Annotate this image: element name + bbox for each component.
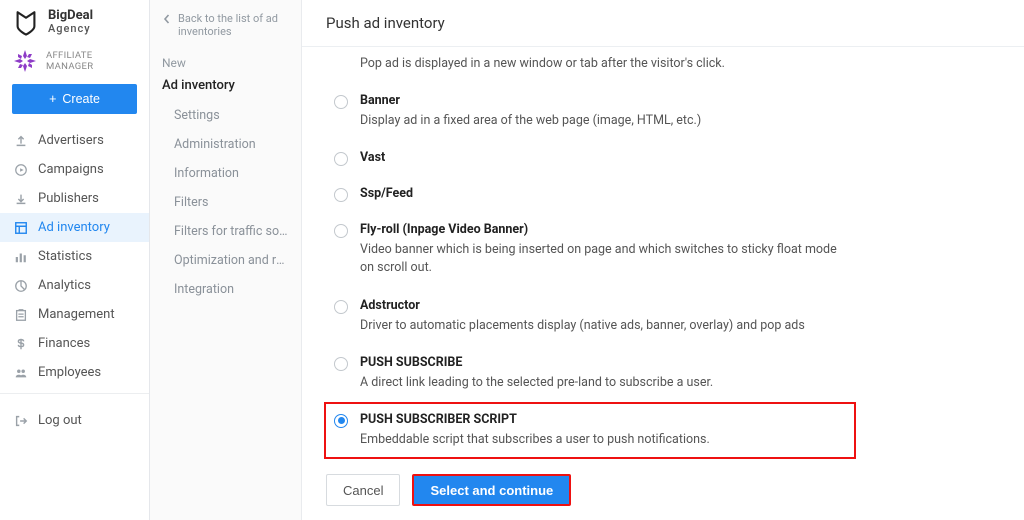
option-ssp-title: Ssp/Feed [360,186,992,201]
option-push-subscribe-title: PUSH SUBSCRIBE [360,355,992,370]
radio-icon[interactable] [334,188,348,202]
option-vast[interactable]: Vast [330,140,996,176]
nav-footer: Log out [0,406,149,435]
option-adstructor[interactable]: Adstructor Driver to automatic placement… [330,288,996,345]
clipboard-icon [14,308,28,322]
nav-analytics[interactable]: Analytics [0,271,149,300]
dollar-icon [14,337,28,351]
option-adstructor-title: Adstructor [360,298,992,313]
radio-icon[interactable] [334,414,348,428]
subnav-settings[interactable]: Settings [150,101,301,130]
role-row: AFFILIATE MANAGER [0,44,149,84]
radio-icon[interactable] [334,224,348,238]
panel2-new-label: New [150,52,301,74]
bar-chart-icon [14,250,28,264]
plus-icon: + [49,92,56,106]
create-button[interactable]: + Create [12,84,137,114]
option-adstructor-desc: Driver to automatic placements display (… [360,317,840,335]
subnav-filters-traffic[interactable]: Filters for traffic sour... [150,217,301,246]
nav-management[interactable]: Management [0,300,149,329]
subnav-administration[interactable]: Administration [150,130,301,159]
form-footer: Cancel Select and continue [302,460,1024,520]
page-title: Push ad inventory [302,0,1024,47]
option-flyroll[interactable]: Fly-roll (Inpage Video Banner) Video ban… [330,212,996,287]
subnav-integration[interactable]: Integration [150,275,301,304]
option-flyroll-title: Fly-roll (Inpage Video Banner) [360,222,992,237]
back-link-label: Back to the list of ad inventories [178,12,289,38]
chevron-left-icon [162,14,172,24]
create-button-label: Create [62,92,100,106]
primary-nav: Advertisers Campaigns Publishers Ad inve… [0,126,149,387]
option-push-subscribe-desc: A direct link leading to the selected pr… [360,374,840,392]
option-vast-title: Vast [360,150,992,165]
option-banner-desc: Display ad in a fixed area of the web pa… [360,112,840,130]
option-push-script-title: PUSH SUBSCRIBER SCRIPT [360,412,846,427]
nav-publishers[interactable]: Publishers [0,184,149,213]
role-label: AFFILIATE MANAGER [46,50,137,72]
option-flyroll-desc: Video banner which is being inserted on … [360,241,840,277]
logo-icon [12,8,40,36]
option-push-script-desc: Embeddable script that subscribes a user… [360,431,840,449]
option-push-script[interactable]: PUSH SUBSCRIBER SCRIPT Embeddable script… [324,402,856,459]
option-banner[interactable]: Banner Display ad in a fixed area of the… [330,83,996,140]
layout-icon [14,221,28,235]
radio-icon[interactable] [334,300,348,314]
option-banner-title: Banner [360,93,992,108]
select-continue-button[interactable]: Select and continue [412,474,571,506]
panel2-nav: Settings Administration Information Filt… [150,101,301,304]
radio-icon[interactable] [334,357,348,371]
brand-text: BigDeal Agency [48,9,93,34]
nav-finances[interactable]: Finances [0,329,149,358]
option-push-subscribe[interactable]: PUSH SUBSCRIBE A direct link leading to … [330,345,996,402]
back-link[interactable]: Back to the list of ad inventories [150,8,301,52]
subnav-optimization[interactable]: Optimization and rules [150,246,301,275]
subnav-information[interactable]: Information [150,159,301,188]
nav-divider [0,393,149,394]
logout-icon [14,414,28,428]
nav-employees[interactable]: Employees [0,358,149,387]
inventory-type-list: Pop ad is displayed in a new window or t… [302,47,1024,460]
cancel-button[interactable]: Cancel [326,474,400,506]
option-pop[interactable]: Pop ad is displayed in a new window or t… [330,55,996,83]
pie-chart-icon [14,279,28,293]
brand: BigDeal Agency [0,0,149,44]
secondary-panel: Back to the list of ad inventories New A… [150,0,302,520]
subnav-filters[interactable]: Filters [150,188,301,217]
main-content: Push ad inventory Pop ad is displayed in… [302,0,1024,520]
download-icon [14,192,28,206]
option-ssp[interactable]: Ssp/Feed [330,176,996,212]
nav-campaigns[interactable]: Campaigns [0,155,149,184]
nav-advertisers[interactable]: Advertisers [0,126,149,155]
radio-icon[interactable] [334,152,348,166]
nav-logout[interactable]: Log out [0,406,149,435]
nav-ad-inventory[interactable]: Ad inventory [0,213,149,242]
radio-icon[interactable] [334,95,348,109]
upload-icon [14,134,28,148]
nav-statistics[interactable]: Statistics [0,242,149,271]
play-circle-icon [14,163,28,177]
role-avatar-icon [12,48,38,74]
users-icon [14,366,28,380]
primary-sidebar: BigDeal Agency AFFILIATE MANAGER + Creat… [0,0,150,520]
panel2-current: Ad inventory [150,74,301,97]
option-pop-desc: Pop ad is displayed in a new window or t… [360,55,840,73]
